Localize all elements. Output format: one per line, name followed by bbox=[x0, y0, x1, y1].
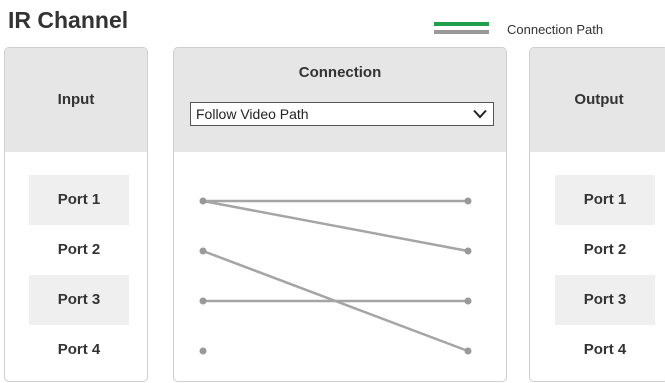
input-dot-2[interactable] bbox=[199, 247, 207, 255]
output-dot-3[interactable] bbox=[464, 297, 472, 305]
output-dot-2[interactable] bbox=[464, 247, 472, 255]
input-panel-header: Input bbox=[5, 48, 147, 152]
input-dot-1[interactable] bbox=[199, 197, 207, 205]
output-header: Output bbox=[574, 91, 624, 108]
legend-gray-swatch bbox=[434, 30, 489, 34]
legend-label: Connection Path bbox=[507, 22, 604, 37]
output-dot-1[interactable] bbox=[464, 197, 472, 205]
output-dot-4[interactable] bbox=[464, 347, 472, 355]
legend-green-swatch bbox=[434, 22, 489, 26]
input-dot-4[interactable] bbox=[199, 347, 207, 355]
output-port-2[interactable]: Port 2 bbox=[555, 225, 655, 275]
connection-line-in1-out2 bbox=[202, 199, 469, 253]
output-port-1[interactable]: Port 1 bbox=[555, 175, 655, 225]
input-port-4[interactable]: Port 4 bbox=[29, 325, 129, 375]
connection-panel: Connection Follow Video Path bbox=[173, 47, 507, 382]
input-header: Input bbox=[57, 91, 95, 108]
input-panel: Input Port 1 Port 2 Port 3 Port 4 bbox=[4, 47, 148, 382]
input-port-2[interactable]: Port 2 bbox=[29, 225, 129, 275]
output-port-3[interactable]: Port 3 bbox=[555, 275, 655, 325]
input-dot-3[interactable] bbox=[199, 297, 207, 305]
output-panel: Output Port 1 Port 2 Port 3 Port 4 bbox=[529, 47, 665, 382]
input-port-3[interactable]: Port 3 bbox=[29, 275, 129, 325]
output-port-4[interactable]: Port 4 bbox=[555, 325, 655, 375]
connection-diagram bbox=[199, 197, 472, 355]
output-panel-header: Output bbox=[530, 48, 665, 152]
page-title: IR Channel bbox=[8, 7, 129, 33]
input-port-1[interactable]: Port 1 bbox=[29, 175, 129, 225]
